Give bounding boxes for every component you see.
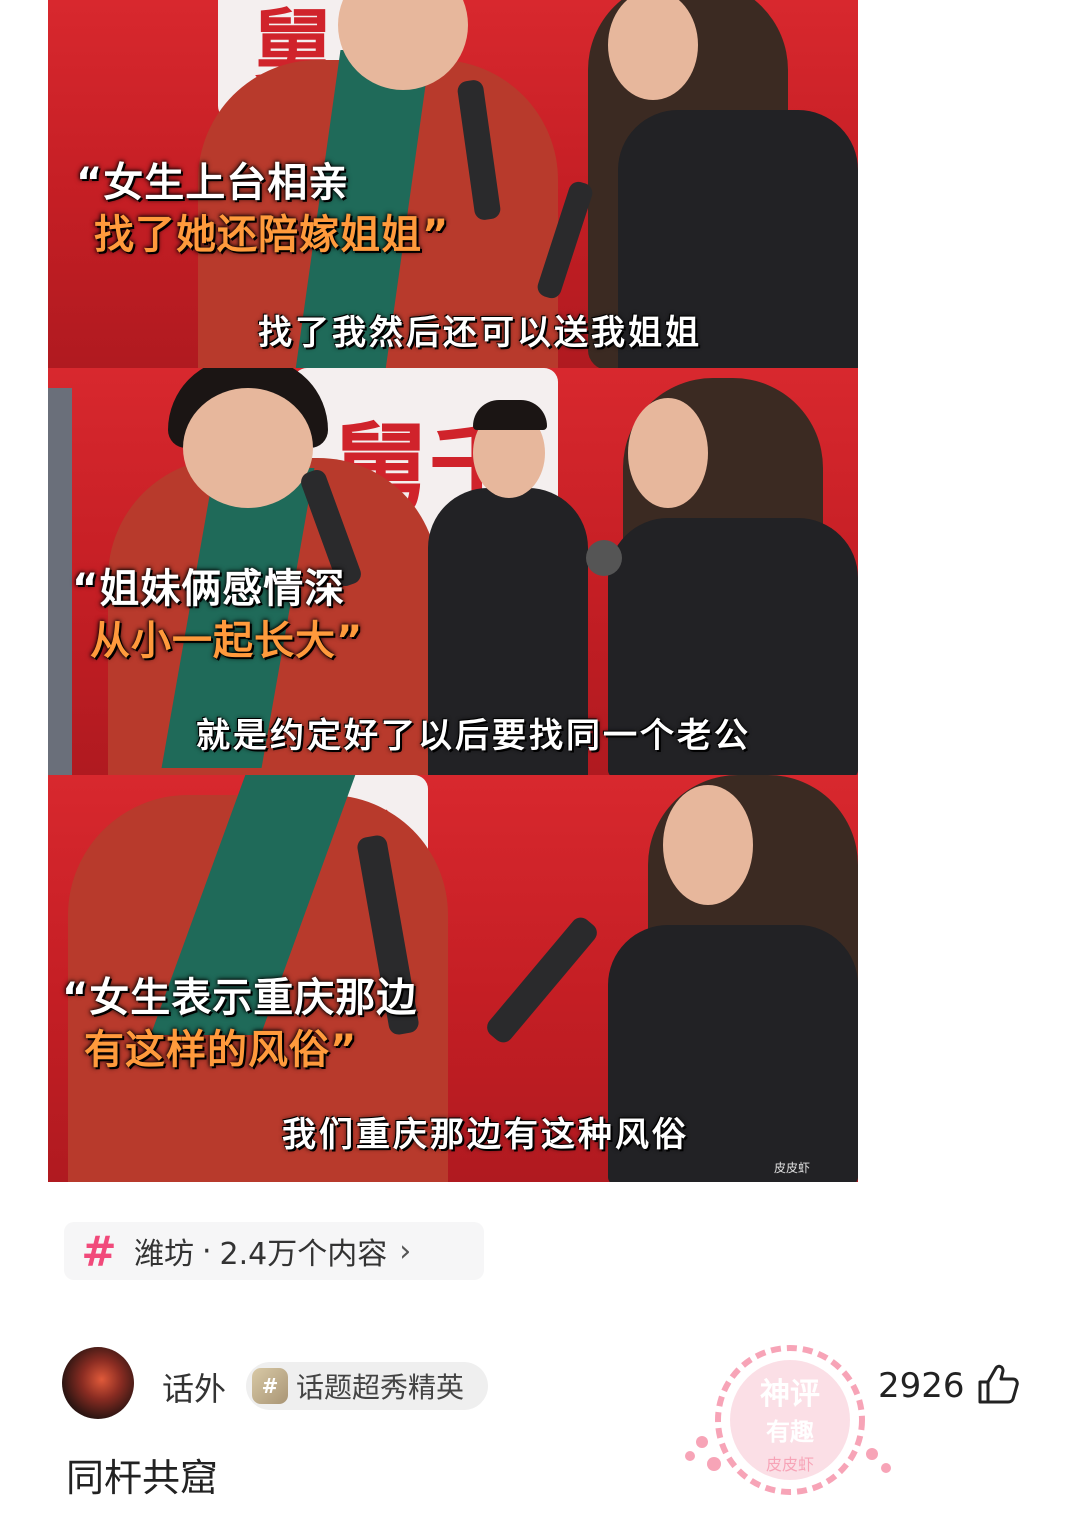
young-woman-face bbox=[663, 785, 753, 905]
quote-caption: “姐妹俩感情深 从小一起长大” bbox=[72, 563, 363, 667]
chevron-right-icon: › bbox=[399, 1233, 412, 1269]
stamp-line-1: 神评 bbox=[760, 1377, 820, 1412]
microphone bbox=[483, 913, 601, 1047]
source-watermark: 皮皮虾 bbox=[773, 1161, 810, 1175]
quote-line-1: “女生表示重庆那边 bbox=[62, 975, 418, 1021]
quote-line-2: 找了她还陪嫁姐姐” bbox=[94, 212, 450, 258]
stamp-line-2: 有趣 bbox=[766, 1418, 815, 1446]
topic-name: 潍坊 bbox=[134, 1237, 194, 1272]
subtitle: 就是约定好了以后要找同一个老公 bbox=[196, 716, 751, 756]
quote-line-2: 有这样的风俗” bbox=[84, 1027, 358, 1073]
user-badge[interactable]: # 话题超秀精英 bbox=[246, 1362, 488, 1410]
quote-caption: “女生表示重庆那边 有这样的风俗” bbox=[62, 972, 417, 1076]
quote-caption: “女生上台相亲 找了她还陪嫁姐姐” bbox=[76, 157, 449, 261]
older-woman-face bbox=[183, 388, 313, 508]
thumbs-up-icon[interactable] bbox=[976, 1362, 1020, 1406]
quote-line-1: “姐妹俩感情深 bbox=[72, 566, 346, 612]
quote-line-2: 从小一起长大” bbox=[90, 618, 364, 664]
man-hair bbox=[473, 400, 547, 430]
video-frame-3: 千 “女生表示重庆那边 有这样的风俗” 我们重庆那边有这种风俗 皮皮虾 bbox=[48, 775, 858, 1182]
video-collage[interactable]: 舅 “女生上台相亲 找了她还陪嫁姐姐” 找了我然后还可以送我姐姐 舅千 “姐妹俩… bbox=[48, 0, 858, 1182]
video-frame-2: 舅千 “姐妹俩感情深 从小一起长大” 就是约定好了以后要找同一个老公 bbox=[48, 368, 858, 775]
badge-label: 话题超秀精英 bbox=[296, 1371, 465, 1404]
subtitle: 我们重庆那边有这种风俗 bbox=[282, 1115, 689, 1155]
hash-icon: # bbox=[81, 1226, 117, 1276]
like-count: 2926 bbox=[878, 1366, 965, 1406]
screen-edge bbox=[48, 388, 72, 775]
avatar[interactable] bbox=[62, 1347, 134, 1419]
featured-comment-stamp: 神评 有趣 皮皮虾 bbox=[685, 1345, 891, 1495]
comment-text: 同杆共窟 bbox=[66, 1456, 219, 1500]
stamp-line-3: 皮皮虾 bbox=[766, 1455, 814, 1474]
topic-separator: · bbox=[202, 1233, 212, 1269]
topic-tag[interactable]: # 潍坊 · 2.4万个内容 › bbox=[64, 1222, 484, 1280]
comment-username[interactable]: 话外 bbox=[162, 1364, 226, 1410]
young-woman-face bbox=[628, 398, 708, 508]
badge-icon: # bbox=[252, 1368, 288, 1404]
microphone bbox=[586, 540, 622, 576]
video-frame-1: 舅 “女生上台相亲 找了她还陪嫁姐姐” 找了我然后还可以送我姐姐 bbox=[48, 0, 858, 368]
quote-line-1: “女生上台相亲 bbox=[76, 160, 350, 206]
topic-count: 2.4万个内容 bbox=[219, 1237, 388, 1272]
subtitle: 找了我然后还可以送我姐姐 bbox=[258, 313, 702, 353]
